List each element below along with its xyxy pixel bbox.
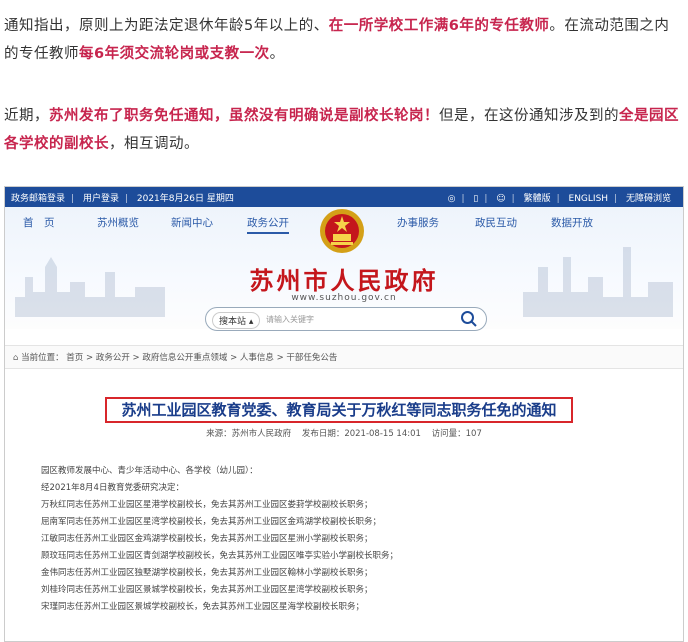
highlighted-text: 在一所学校工作满6年的专任教师 bbox=[328, 18, 550, 34]
meta-date: 发布日期：2021-08-15 14:01 bbox=[301, 429, 421, 439]
body-line: 万秋红同志任苏州工业园区星港学校副校长，免去其苏州工业园区娄葑学校副校长职务； bbox=[41, 500, 373, 510]
weibo-icon[interactable]: ◎ bbox=[448, 194, 456, 204]
meta-views: 访问量：107 bbox=[431, 429, 482, 439]
nav-home[interactable]: 首 页 bbox=[23, 215, 55, 230]
paragraph-1: 通知指出，原则上为距法定退休年龄5年以上的、在一所学校工作满6年的专任教师。在流… bbox=[4, 12, 684, 68]
nav-open-data[interactable]: 数据开放 bbox=[551, 215, 593, 230]
embedded-screenshot: 政务邮箱登录 | 用户登录 | 2021年8月26日 星期四 ◎ | ▯ | ☺ | 繁體… bbox=[4, 186, 684, 642]
notice-title: 苏州工业园区教育党委、教育局关于万秋红等同志职务任免的通知 bbox=[105, 397, 573, 423]
paragraph-text: 通知指出，原则上为距法定退休年龄5年以上的、 bbox=[4, 18, 329, 34]
breadcrumb: ⌂ 当前位置： 首页 > 政务公开 > 政府信息公开重点领域 > 人事信息 > … bbox=[5, 345, 683, 369]
location-icon: ⌂ bbox=[13, 353, 19, 363]
site-title: 苏州市人民政府 bbox=[249, 266, 439, 295]
search-scope-select[interactable]: 搜本站 ▴ bbox=[212, 312, 261, 329]
highlighted-text: 每6年须交流轮岗或支教一次 bbox=[79, 46, 270, 62]
nav-services[interactable]: 办事服务 bbox=[397, 215, 439, 230]
nav-interaction[interactable]: 政民互动 bbox=[475, 215, 517, 230]
nav-government-affairs[interactable]: 政务公开 bbox=[247, 215, 289, 234]
body-line: 园区教师发展中心、青少年活动中心、各学校（幼儿园）： bbox=[41, 466, 258, 476]
site-url: www.suzhou.gov.cn bbox=[291, 293, 397, 303]
robot-icon[interactable]: ☺ bbox=[496, 194, 505, 204]
body-line: 江敏同志任苏州工业园区金鸡湖学校副校长，免去其苏州工业园区星洲小学副校长职务； bbox=[41, 534, 373, 544]
paragraph-2: 近期，苏州发布了职务免任通知，虽然没有明确说是副校长轮岗！但是，在这份通知涉及到… bbox=[4, 102, 684, 158]
paragraph-text: ，相互调动。 bbox=[109, 136, 199, 152]
notice-meta: 来源：苏州市人民政府 发布日期：2021-08-15 14:01 访问量：107 bbox=[5, 427, 683, 439]
accessibility-link[interactable]: 无障碍浏览 bbox=[626, 194, 671, 204]
mobile-icon[interactable]: ▯ bbox=[473, 194, 478, 204]
body-line: 宋瑾同志任苏州工业园区景城学校副校长，免去其苏州工业园区星海学校副校长职务； bbox=[41, 602, 365, 612]
body-line: 顾玟珏同志任苏州工业园区青剑湖学校副校长，免去其苏州工业园区唯亭实验小学副校长职… bbox=[41, 551, 399, 561]
paragraph-text: 但是，在这份通知涉及到的 bbox=[439, 108, 619, 124]
body-line: 金伟同志任苏州工业园区独墅湖学校副校长，免去其苏州工业园区翰林小学副校长职务； bbox=[41, 568, 373, 578]
body-line: 经2021年8月4日教育党委研究决定： bbox=[41, 483, 184, 493]
search-scope-label: 搜本站 bbox=[219, 317, 247, 327]
meta-source: 来源：苏州市人民政府 bbox=[206, 429, 292, 439]
search-box: 搜本站 ▴ 请输入关键字 bbox=[205, 307, 487, 331]
english-link[interactable]: ENGLISH bbox=[569, 194, 609, 204]
paragraph-text: 近期， bbox=[4, 108, 49, 124]
nav-news[interactable]: 新闻中心 bbox=[171, 215, 213, 230]
highlighted-text: 苏州发布了职务免任通知，虽然没有明确说是副校长轮岗！ bbox=[49, 108, 439, 124]
paragraph-text: 。 bbox=[269, 46, 285, 62]
mail-login-link[interactable]: 政务邮箱登录 bbox=[11, 194, 65, 204]
search-input[interactable]: 请输入关键字 bbox=[266, 314, 314, 325]
date-text: 2021年8月26日 星期四 bbox=[136, 194, 234, 204]
national-emblem-icon bbox=[320, 209, 364, 253]
top-bar: 政务邮箱登录 | 用户登录 | 2021年8月26日 星期四 ◎ | ▯ | ☺ | 繁體… bbox=[5, 187, 683, 207]
body-line: 屈南军同志任苏州工业园区星湾学校副校长，免去其苏州工业园区金鸡湖学校副校长职务； bbox=[41, 517, 382, 527]
traditional-chinese-link[interactable]: 繁體版 bbox=[524, 194, 551, 204]
search-icon[interactable] bbox=[460, 310, 478, 328]
nav-overview[interactable]: 苏州概览 bbox=[97, 215, 139, 230]
body-line: 刘桂玲同志任苏州工业园区景城学校副校长，免去其苏州工业园区星湾学校副校长职务； bbox=[41, 585, 373, 595]
notice-body: 园区教师发展中心、青少年活动中心、各学校（幼儿园）： 经2021年8月4日教育党… bbox=[41, 463, 641, 616]
user-login-link[interactable]: 用户登录 bbox=[83, 194, 119, 204]
breadcrumb-text[interactable]: 当前位置： 首页 > 政务公开 > 政府信息公开重点领域 > 人事信息 > 干部… bbox=[21, 353, 337, 363]
